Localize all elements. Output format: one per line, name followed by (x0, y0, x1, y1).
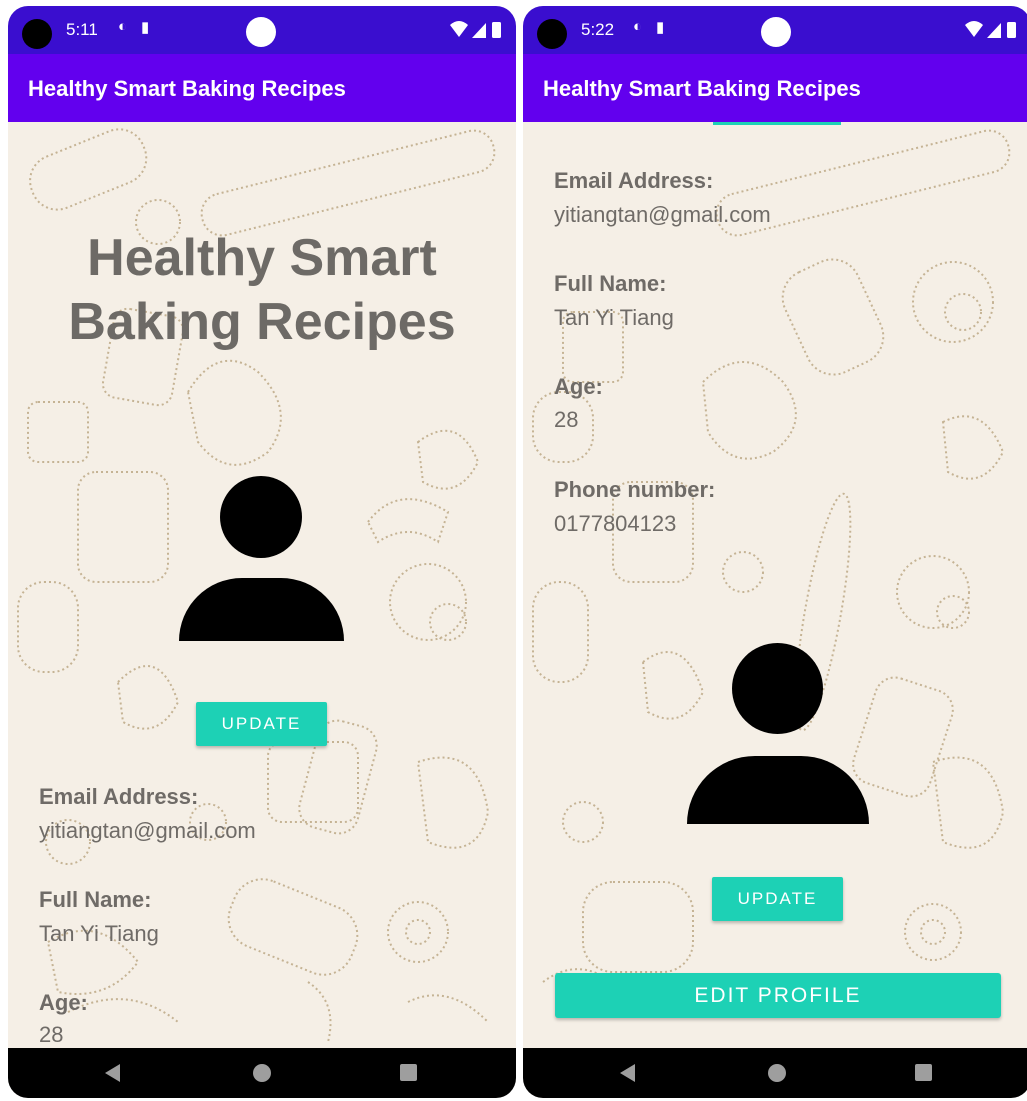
age-value: 28 (554, 407, 579, 432)
home-icon[interactable] (253, 1064, 271, 1082)
back-icon[interactable] (620, 1064, 635, 1082)
navigation-bar (523, 1048, 1027, 1098)
hero-title: Healthy Smart Baking Recipes (8, 226, 516, 354)
home-icon[interactable] (768, 1064, 786, 1082)
wifi-icon (450, 21, 468, 37)
age-label: Age: (39, 990, 88, 1015)
status-bar: 5:11 ◐ ▮ (8, 6, 516, 54)
avatar-head (220, 476, 302, 558)
full-name-label: Full Name: (554, 271, 667, 296)
status-time: 5:22 (581, 20, 615, 39)
email-label: Email Address: (39, 784, 199, 809)
sd-card-icon: ▮ (141, 19, 150, 36)
network-status-icons (965, 21, 1016, 38)
edit-profile-button[interactable]: EDIT PROFILE (555, 973, 1001, 1018)
app-bar-title: Healthy Smart Baking Recipes (28, 76, 346, 101)
back-icon[interactable] (105, 1064, 120, 1082)
update-button[interactable]: UPDATE (712, 877, 843, 921)
recents-icon[interactable] (915, 1064, 932, 1081)
signal-icon (987, 23, 1001, 38)
avatar-head (732, 643, 823, 734)
full-name-label: Full Name: (39, 887, 152, 912)
notification-dot (761, 17, 791, 47)
phone-number-label: Phone number: (554, 477, 716, 502)
notification-dot (246, 17, 276, 47)
signal-icon (472, 23, 486, 38)
data-saver-icon: ◐ (633, 18, 643, 35)
phone-number-value: 0177804123 (554, 511, 677, 536)
data-saver-icon: ◐ (118, 18, 128, 35)
update-button-clipped-edge (713, 122, 841, 125)
camera-cutout (537, 19, 567, 49)
email-value: yitiangtan@gmail.com (554, 202, 771, 227)
recents-icon[interactable] (400, 1064, 417, 1081)
age-label: Age: (554, 374, 603, 399)
full-name-value: Tan Yi Tiang (554, 305, 674, 330)
app-bar: Healthy Smart Baking Recipes (523, 54, 1027, 122)
scroll-content[interactable]: Healthy Smart Baking Recipes UPDATE Emai… (8, 122, 516, 1048)
status-bar: 5:22 ◐ ▮ (523, 6, 1027, 54)
network-status-icons (450, 21, 501, 38)
update-button[interactable]: UPDATE (196, 702, 327, 746)
status-time: 5:11 (66, 20, 98, 39)
camera-cutout (22, 19, 52, 49)
age-value: 28 (39, 1022, 64, 1047)
scroll-content[interactable]: Email Address: yitiangtan@gmail.com Full… (523, 122, 1027, 1048)
email-label: Email Address: (554, 168, 714, 193)
hero-title-line-1: Healthy Smart (87, 229, 437, 287)
phone-screen-left: 5:11 ◐ ▮ Healthy Smart Baking Recipes He… (8, 6, 516, 1098)
navigation-bar (8, 1048, 516, 1098)
email-value: yitiangtan@gmail.com (39, 818, 256, 843)
battery-icon (1007, 22, 1016, 38)
sd-card-icon: ▮ (656, 19, 665, 36)
phone-screen-right: 5:22 ◐ ▮ Healthy Smart Baking Recipes Em… (523, 6, 1027, 1098)
full-name-value: Tan Yi Tiang (39, 921, 159, 946)
hero-title-line-2: Baking Recipes (68, 293, 456, 351)
wifi-icon (965, 21, 983, 37)
app-bar: Healthy Smart Baking Recipes (8, 54, 516, 122)
app-bar-title: Healthy Smart Baking Recipes (543, 76, 861, 101)
battery-icon (492, 22, 501, 38)
